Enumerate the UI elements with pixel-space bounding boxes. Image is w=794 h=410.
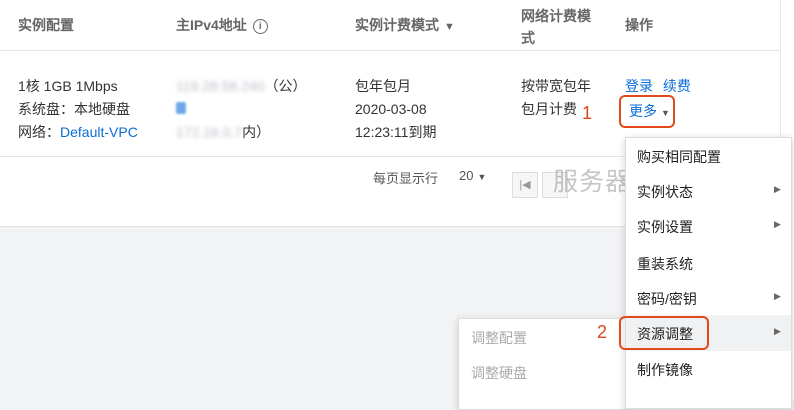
public-ip-suffix: （公）	[264, 78, 307, 94]
network-billing-line1: 按带宽包年	[521, 78, 591, 94]
menu-item-label: 重装系统	[637, 256, 693, 272]
public-ip-value: 119.28.58.240	[176, 78, 265, 94]
billing-mode: 包年包月	[355, 78, 411, 94]
header-billing: 实例计费模式 ▼	[355, 15, 455, 35]
public-ip: 119.28.58.240（公）	[176, 75, 307, 98]
private-ip-value: 172.16.0.7	[176, 124, 243, 140]
chevron-right-icon: ▶	[774, 326, 781, 336]
header-config: 实例配置	[18, 17, 74, 33]
vpc-link[interactable]: Default-VPC	[60, 124, 138, 140]
filter-icon[interactable]: ▼	[444, 21, 455, 33]
table-header: 实例配置 主IPv4地址 i 实例计费模式 ▼ 网络计费模 式 操作	[0, 0, 780, 51]
per-page-value: 20	[459, 168, 474, 183]
billing-expire: 12:23:11到期	[355, 124, 437, 140]
submenu-item-adjust-config[interactable]: 调整配置	[471, 328, 527, 348]
menu-item-label: 购买相同配置	[637, 149, 721, 165]
chevron-right-icon: ▶	[774, 219, 781, 229]
menu-item-label: 实例状态	[637, 184, 693, 200]
header-ip-label: 主IPv4地址	[176, 17, 247, 33]
more-dropdown-menu: 购买相同配置 实例状态 ▶ 实例设置 ▶ 重装系统 密码/密钥 ▶ 资源调整 ▶ 制作镜…	[625, 137, 792, 409]
chevron-right-icon: ▶	[774, 291, 781, 301]
menu-item-label: 密码/密钥	[637, 291, 697, 307]
menu-item-instance-settings[interactable]: 实例设置 ▶	[626, 208, 791, 244]
login-link[interactable]: 登录	[625, 78, 653, 94]
config-spec: 1核 1GB 1Mbps	[18, 78, 118, 94]
first-page-button[interactable]: |◀	[512, 172, 538, 198]
network-billing-line2: 包月计费	[521, 101, 577, 117]
more-button[interactable]: 更多 ▼	[619, 95, 675, 128]
network-billing-cell: 按带宽包年 包月计费	[521, 75, 591, 121]
menu-item-label: 实例设置	[637, 219, 693, 235]
header-network-billing-line2: 式	[521, 30, 535, 46]
ip-cell: 119.28.58.240（公） 172.16.0.7内）	[176, 75, 307, 144]
private-ip-suffix: 内）	[242, 124, 271, 140]
menu-item-password-key[interactable]: 密码/密钥 ▶	[626, 280, 791, 316]
highlight-box	[619, 316, 709, 350]
chevron-down-icon: ▼	[477, 172, 487, 182]
private-ip: 172.16.0.7内）	[176, 121, 307, 144]
chevron-down-icon: ▼	[661, 108, 670, 118]
copy-icon-row	[176, 98, 307, 121]
chevron-right-icon: ▶	[774, 184, 781, 194]
per-page-select[interactable]: 20 ▼	[459, 168, 486, 183]
config-network-label: 网络：	[18, 124, 60, 140]
copy-icon[interactable]	[176, 102, 186, 114]
menu-item-create-image[interactable]: 制作镜像	[626, 351, 791, 387]
header-network-billing: 网络计费模 式	[521, 5, 591, 49]
more-label: 更多	[629, 103, 657, 119]
config-disk: 系统盘：本地硬盘	[18, 101, 130, 117]
header-ip: 主IPv4地址 i	[176, 15, 268, 35]
per-page-label: 每页显示行	[373, 171, 439, 186]
menu-item-reinstall[interactable]: 重装系统	[626, 245, 791, 281]
menu-item-instance-status[interactable]: 实例状态 ▶	[626, 173, 791, 209]
more-button-label: 更多 ▼	[629, 101, 670, 121]
menu-item-label: 制作镜像	[637, 362, 693, 378]
billing-date: 2020-03-08	[355, 101, 427, 117]
info-icon[interactable]: i	[252, 19, 268, 34]
submenu-item-adjust-disk[interactable]: 调整硬盘	[471, 363, 527, 383]
step-mark-2: 2	[597, 322, 608, 342]
menu-item-buy-same[interactable]: 购买相同配置	[626, 138, 791, 174]
config-cell: 1核 1GB 1Mbps 系统盘：本地硬盘 网络：Default-VPC	[18, 75, 138, 144]
header-network-billing-line1: 网络计费模	[521, 8, 591, 24]
renew-link[interactable]: 续费	[663, 78, 691, 94]
header-actions: 操作	[625, 17, 653, 33]
step-mark-1: 1	[582, 103, 593, 123]
header-billing-label: 实例计费模式	[355, 17, 439, 33]
config-network: 网络：Default-VPC	[18, 121, 138, 144]
billing-cell: 包年包月 2020-03-08 12:23:11到期	[355, 75, 436, 144]
